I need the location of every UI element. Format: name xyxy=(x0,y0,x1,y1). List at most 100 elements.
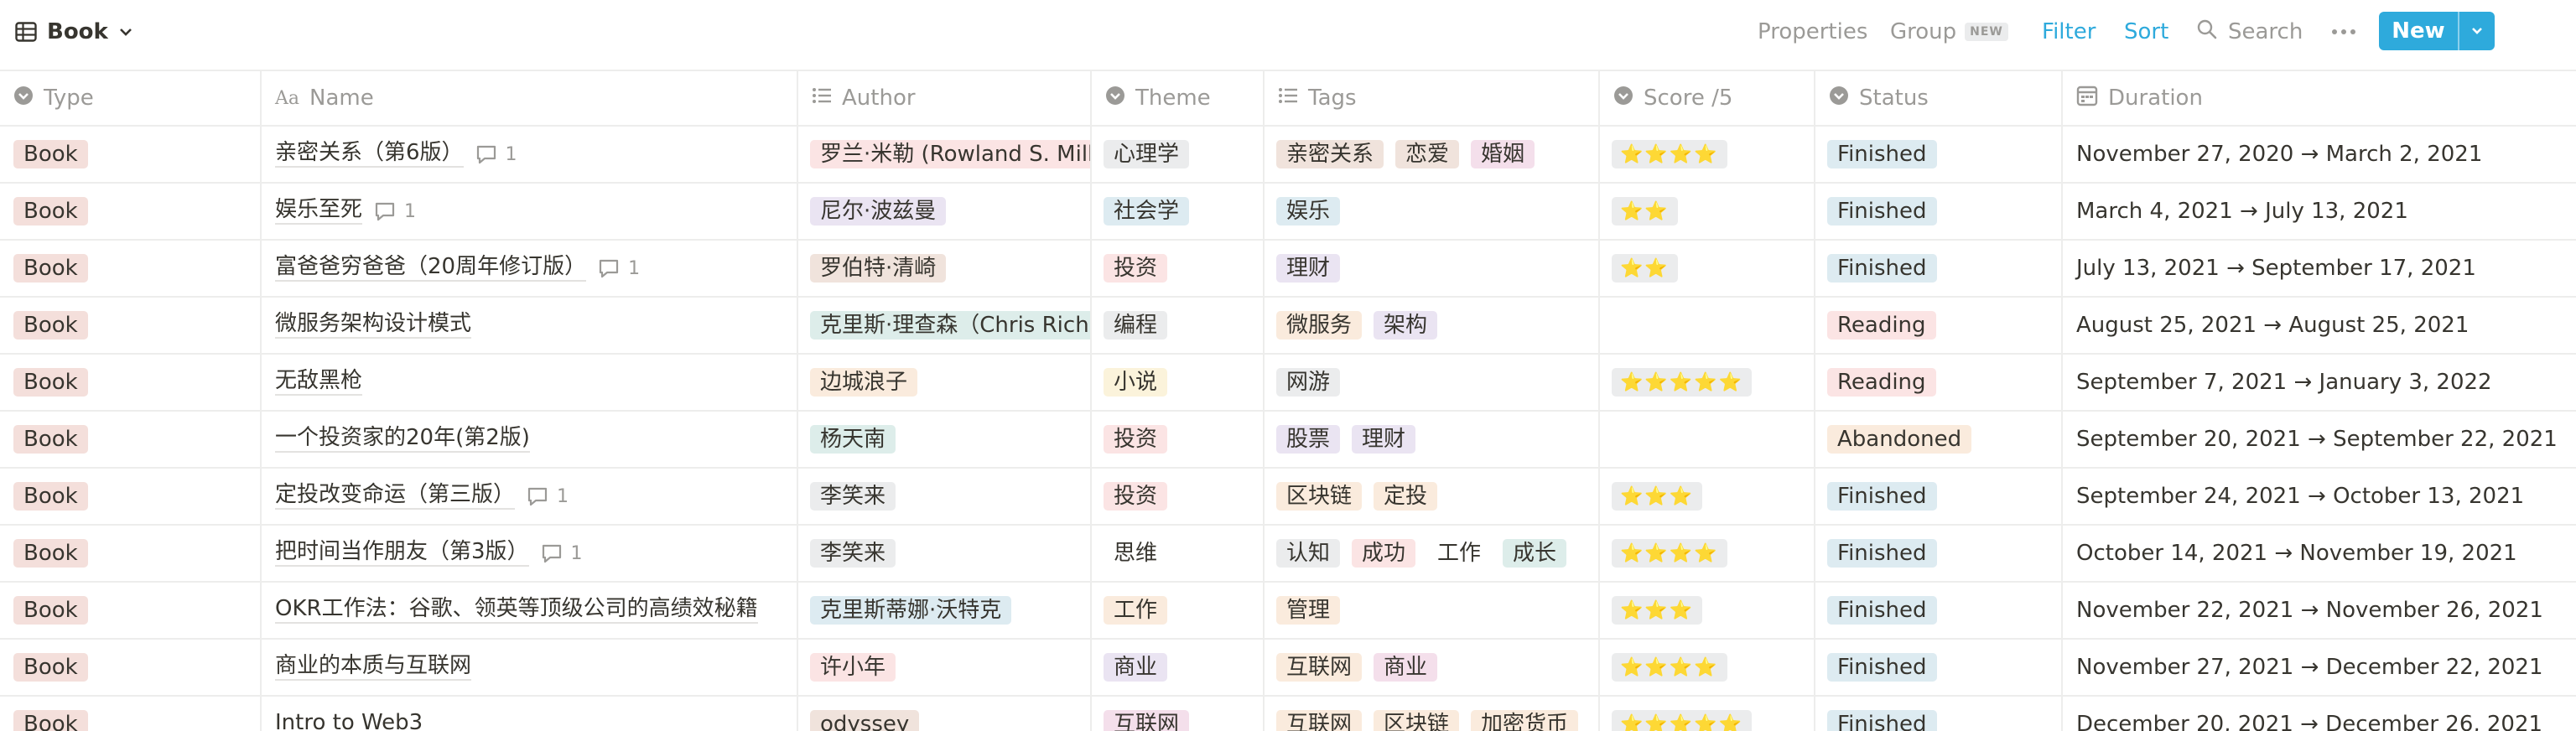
author-cell[interactable]: 李笑来 xyxy=(798,469,1092,524)
table-row[interactable]: Book 定投改变命运（第三版） 1 李笑来 投资 区块链 定投 ⭐⭐⭐ Finished Sep… xyxy=(0,469,2576,526)
theme-tag[interactable]: 社会学 xyxy=(1104,197,1190,226)
theme-tag[interactable]: 小说 xyxy=(1104,368,1168,397)
duration-cell[interactable]: October 14, 2021 → November 19, 2021 xyxy=(2063,526,2576,581)
tag-chip[interactable]: 认知 xyxy=(1276,539,1341,568)
type-cell[interactable]: Book xyxy=(0,127,262,182)
tags-cell[interactable]: 互联网 区块链 加密货币 xyxy=(1265,697,1600,731)
theme-cell[interactable]: 小说 xyxy=(1092,355,1265,410)
tags-cell[interactable]: 互联网 商业 xyxy=(1265,640,1600,695)
score-cell[interactable]: ⭐⭐⭐ xyxy=(1600,469,1815,524)
author-cell[interactable]: 边城浪子 xyxy=(798,355,1092,410)
status-badge[interactable]: Finished xyxy=(1827,482,1937,511)
duration-cell[interactable]: November 27, 2021 → December 22, 2021 xyxy=(2063,640,2576,695)
tag-chip[interactable]: 区块链 xyxy=(1374,710,1460,731)
comment-indicator[interactable]: 1 xyxy=(598,258,640,279)
author-tag[interactable]: 尼尔·波兹曼 xyxy=(810,197,947,226)
type-tag[interactable]: Book xyxy=(13,254,88,283)
duration-cell[interactable]: November 22, 2021 → November 26, 2021 xyxy=(2063,583,2576,638)
theme-tag[interactable]: 编程 xyxy=(1104,311,1168,340)
duration-cell[interactable]: September 20, 2021 → September 22, 2021 xyxy=(2063,412,2576,467)
author-cell[interactable]: 罗伯特·清崎 xyxy=(798,241,1092,296)
type-cell[interactable]: Book xyxy=(0,412,262,467)
name-cell[interactable]: 商业的本质与互联网 xyxy=(262,640,798,695)
type-cell[interactable]: Book xyxy=(0,469,262,524)
duration-cell[interactable]: March 4, 2021 → July 13, 2021 xyxy=(2063,184,2576,239)
page-title-link[interactable]: Intro to Web3 xyxy=(275,710,423,731)
status-badge[interactable]: Finished xyxy=(1827,653,1937,682)
tags-cell[interactable]: 网游 xyxy=(1265,355,1600,410)
page-title-link[interactable]: 商业的本质与互联网 xyxy=(275,653,472,681)
tag-chip[interactable]: 恋爱 xyxy=(1395,140,1460,168)
theme-cell[interactable]: 投资 xyxy=(1092,469,1265,524)
column-header-score[interactable]: Score /5 xyxy=(1600,71,1815,125)
column-header-tags[interactable]: Tags xyxy=(1265,71,1600,125)
page-title-link[interactable]: 微服务架构设计模式 xyxy=(275,311,472,339)
duration-cell[interactable]: July 13, 2021 → September 17, 2021 xyxy=(2063,241,2576,296)
status-cell[interactable]: Reading xyxy=(1815,298,2063,353)
status-badge[interactable]: Reading xyxy=(1827,311,1936,340)
tag-chip[interactable]: 架构 xyxy=(1374,311,1438,340)
type-tag[interactable]: Book xyxy=(13,596,88,625)
tag-chip[interactable]: 婚姻 xyxy=(1471,140,1535,168)
duration-cell[interactable]: September 7, 2021 → January 3, 2022 xyxy=(2063,355,2576,410)
theme-cell[interactable]: 互联网 xyxy=(1092,697,1265,731)
author-cell[interactable]: 许小年 xyxy=(798,640,1092,695)
page-title-link[interactable]: 把时间当作朋友（第3版） xyxy=(275,539,529,567)
author-cell[interactable]: odyssey xyxy=(798,697,1092,731)
table-row[interactable]: Book 富爸爸穷爸爸（20周年修订版） 1 罗伯特·清崎 投资 理财 ⭐⭐ Finished… xyxy=(0,241,2576,298)
table-row[interactable]: Book 商业的本质与互联网 许小年 商业 互联网 商业 ⭐⭐⭐⭐ Finished Novem… xyxy=(0,640,2576,697)
page-title-link[interactable]: 亲密关系（第6版） xyxy=(275,140,464,168)
column-header-name[interactable]: Aa Name xyxy=(262,71,798,125)
score-cell[interactable]: ⭐⭐⭐⭐ xyxy=(1600,127,1815,182)
author-cell[interactable]: 克里斯·理查森（Chris Richardson） xyxy=(798,298,1092,353)
score-stars[interactable]: ⭐⭐⭐⭐⭐ xyxy=(1612,710,1752,731)
theme-cell[interactable]: 投资 xyxy=(1092,241,1265,296)
theme-cell[interactable]: 商业 xyxy=(1092,640,1265,695)
sort-button[interactable]: Sort xyxy=(2124,15,2168,49)
status-badge[interactable]: Finished xyxy=(1827,539,1937,568)
column-header-duration[interactable]: Duration xyxy=(2063,71,2576,125)
tag-chip[interactable]: 定投 xyxy=(1374,482,1438,511)
tag-chip[interactable]: 股票 xyxy=(1276,425,1341,454)
theme-cell[interactable]: 工作 xyxy=(1092,583,1265,638)
score-cell[interactable] xyxy=(1600,298,1815,353)
score-cell[interactable]: ⭐⭐⭐⭐ xyxy=(1600,526,1815,581)
score-stars[interactable]: ⭐⭐⭐ xyxy=(1612,596,1703,625)
status-badge[interactable]: Finished xyxy=(1827,140,1937,168)
status-badge[interactable]: Finished xyxy=(1827,197,1937,226)
column-header-type[interactable]: Type xyxy=(0,71,262,125)
column-header-theme[interactable]: Theme xyxy=(1092,71,1265,125)
tag-chip[interactable]: 互联网 xyxy=(1276,710,1363,731)
type-tag[interactable]: Book xyxy=(13,311,88,340)
name-cell[interactable]: 富爸爸穷爸爸（20周年修订版） 1 xyxy=(262,241,798,296)
score-cell[interactable] xyxy=(1600,412,1815,467)
score-stars[interactable]: ⭐⭐⭐⭐⭐ xyxy=(1612,368,1752,397)
tag-chip[interactable]: 亲密关系 xyxy=(1276,140,1384,168)
tag-chip[interactable]: 理财 xyxy=(1276,254,1341,283)
tags-cell[interactable]: 区块链 定投 xyxy=(1265,469,1600,524)
theme-tag[interactable]: 心理学 xyxy=(1104,140,1190,168)
tags-cell[interactable]: 认知 成功 工作 成长 xyxy=(1265,526,1600,581)
score-stars[interactable]: ⭐⭐⭐⭐ xyxy=(1612,140,1727,168)
tags-cell[interactable]: 亲密关系 恋爱 婚姻 xyxy=(1265,127,1600,182)
status-cell[interactable]: Finished xyxy=(1815,184,2063,239)
theme-tag[interactable]: 互联网 xyxy=(1104,710,1190,731)
tag-chip[interactable]: 加密货币 xyxy=(1471,710,1579,731)
table-row[interactable]: Book 微服务架构设计模式 克里斯·理查森（Chris Richardson） 编程… xyxy=(0,298,2576,355)
chevron-down-icon[interactable] xyxy=(2459,12,2495,50)
comment-indicator[interactable]: 1 xyxy=(374,201,416,222)
type-tag[interactable]: Book xyxy=(13,197,88,226)
more-options-icon[interactable] xyxy=(2331,15,2356,49)
theme-tag[interactable]: 商业 xyxy=(1104,653,1168,682)
type-cell[interactable]: Book xyxy=(0,697,262,731)
status-badge[interactable]: Abandoned xyxy=(1827,425,1972,454)
properties-button[interactable]: Properties xyxy=(1758,15,1867,49)
theme-cell[interactable]: 编程 xyxy=(1092,298,1265,353)
tag-chip[interactable]: 互联网 xyxy=(1276,653,1363,682)
author-tag[interactable]: 边城浪子 xyxy=(810,368,918,397)
score-cell[interactable]: ⭐⭐ xyxy=(1600,241,1815,296)
status-cell[interactable]: Finished xyxy=(1815,127,2063,182)
theme-tag[interactable]: 工作 xyxy=(1104,596,1168,625)
type-tag[interactable]: Book xyxy=(13,710,88,731)
score-cell[interactable]: ⭐⭐⭐⭐⭐ xyxy=(1600,697,1815,731)
